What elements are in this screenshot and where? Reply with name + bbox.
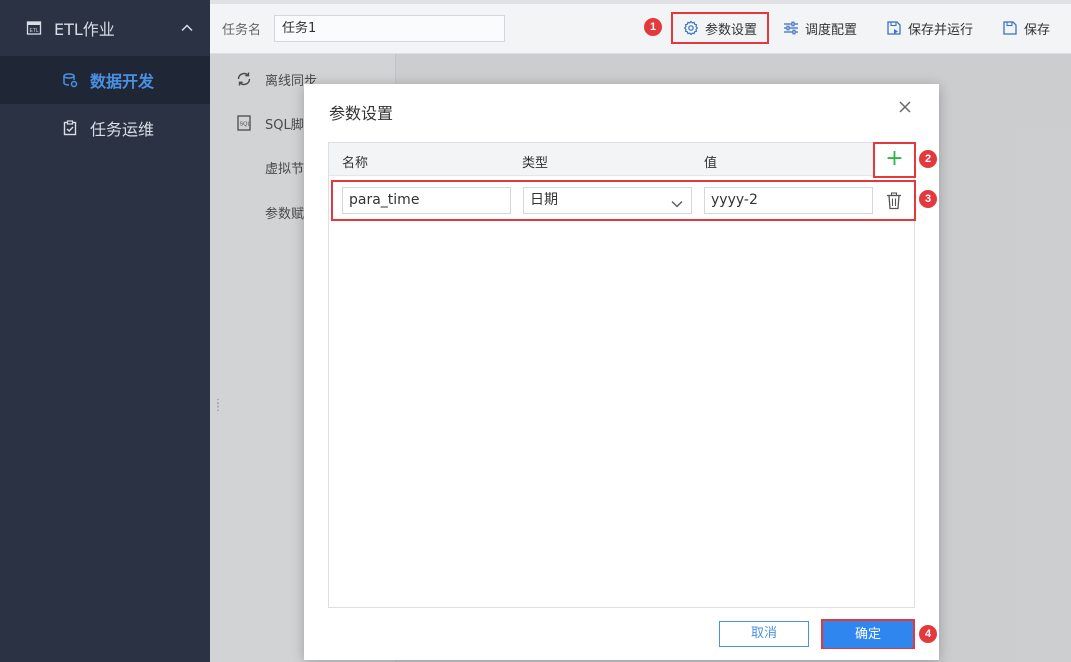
table-row: para_time 日期 yyyy-2 xyxy=(331,180,916,221)
task-name-input[interactable]: 任务1 xyxy=(274,15,505,42)
save-label: 保存 xyxy=(1024,22,1051,38)
sidebar: ETL ETL作业 数据开发 任务运维 xyxy=(0,0,210,662)
param-value-input[interactable]: yyyy-2 xyxy=(704,187,873,214)
tab-strip xyxy=(210,0,1071,4)
confirm-button[interactable]: 确定 xyxy=(821,619,915,649)
sidebar-item-task-ops[interactable]: 任务运维 xyxy=(0,104,210,152)
save-button[interactable]: 保存 xyxy=(1002,12,1050,44)
task-name-label: 任务名 xyxy=(222,23,262,38)
save-and-run-button[interactable]: 保存并运行 xyxy=(886,12,973,44)
schedule-config-button[interactable]: 调度配置 xyxy=(783,12,857,44)
add-param-button[interactable]: + xyxy=(873,142,916,178)
params-settings-dialog: 参数设置 名称 类型 值 + para_time 日期 yyyy-2 取消 确定 xyxy=(304,84,939,660)
save-run-icon xyxy=(886,20,902,36)
step-badge-2: 2 xyxy=(919,150,937,168)
etl-icon: ETL xyxy=(26,20,42,36)
cancel-button[interactable]: 取消 xyxy=(719,621,809,647)
database-icon xyxy=(62,72,78,88)
param-type-value: 日期 xyxy=(530,192,558,208)
step-badge-1: 1 xyxy=(644,18,662,36)
save-icon xyxy=(1002,20,1018,36)
column-header-type: 类型 xyxy=(522,156,549,171)
gear-icon xyxy=(683,20,699,36)
sidebar-group-label: ETL作业 xyxy=(54,20,115,39)
column-header-name: 名称 xyxy=(342,156,369,171)
param-name-input[interactable]: para_time xyxy=(342,187,511,214)
sidebar-group-etl[interactable]: ETL ETL作业 xyxy=(0,0,210,56)
sidebar-item-label: 数据开发 xyxy=(90,72,155,91)
params-settings-label: 参数设置 xyxy=(704,22,757,38)
params-settings-button[interactable]: 参数设置 xyxy=(671,12,769,44)
column-header-value: 值 xyxy=(704,156,718,171)
close-icon[interactable] xyxy=(898,100,912,114)
chevron-down-icon xyxy=(670,195,684,220)
sidebar-item-data-dev[interactable]: 数据开发 xyxy=(0,56,210,104)
dialog-title: 参数设置 xyxy=(329,104,394,123)
schedule-config-label: 调度配置 xyxy=(805,22,858,38)
step-badge-4: 4 xyxy=(919,625,937,643)
sliders-icon xyxy=(783,20,799,36)
step-badge-3: 3 xyxy=(919,190,937,208)
confirm-label: 确定 xyxy=(824,622,912,648)
chevron-up-icon[interactable] xyxy=(180,20,194,39)
params-table: 名称 类型 值 + para_time 日期 yyyy-2 xyxy=(328,142,916,608)
params-table-header: 名称 类型 值 xyxy=(329,143,914,176)
clipboard-check-icon xyxy=(62,120,78,136)
svg-text:ETL: ETL xyxy=(30,28,39,34)
save-and-run-label: 保存并运行 xyxy=(908,22,974,38)
param-type-select[interactable]: 日期 xyxy=(523,187,692,214)
trash-icon[interactable] xyxy=(886,192,902,210)
sidebar-item-label: 任务运维 xyxy=(90,120,155,139)
